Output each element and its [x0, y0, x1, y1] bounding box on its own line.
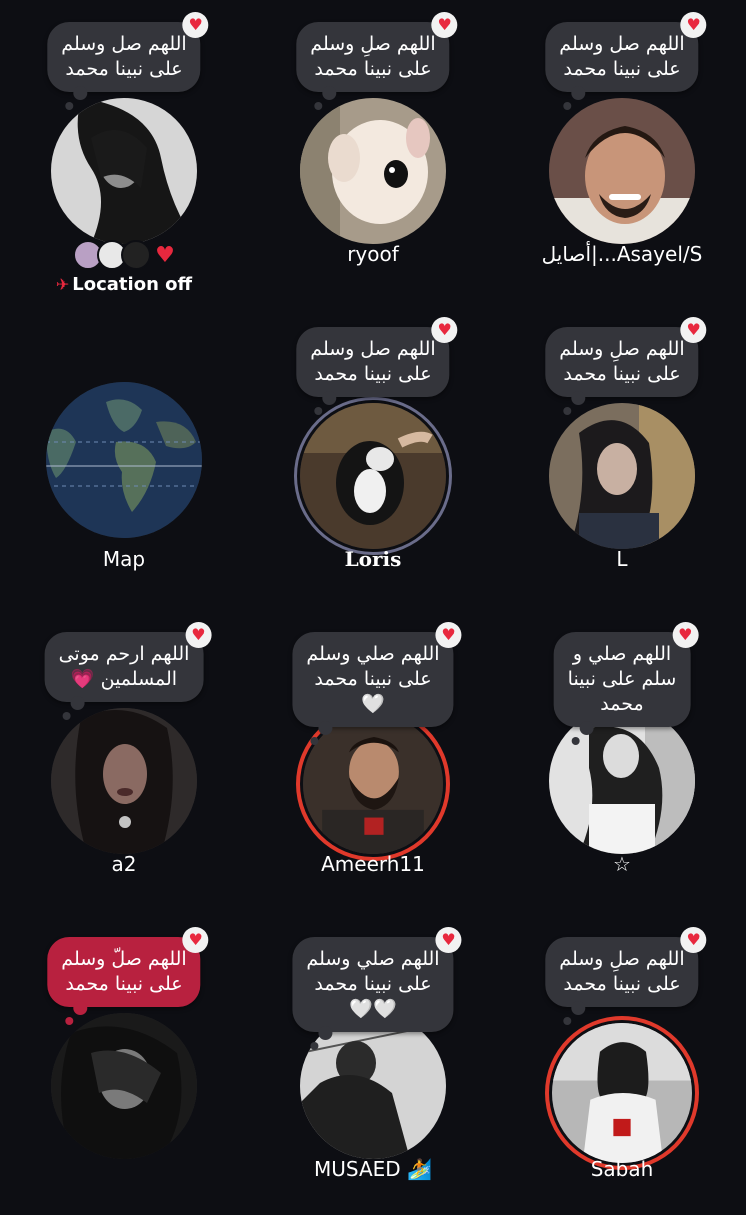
note-text: اللهم صلِ وسلم — [559, 948, 685, 970]
note-text: سلم على نبينا — [567, 668, 677, 690]
note-text: اللهم صلي وسلم — [306, 948, 440, 970]
heart-icon[interactable]: ♥ — [431, 317, 458, 343]
avatar-photo — [51, 98, 197, 244]
avatar-photo — [300, 403, 446, 549]
note-bubble[interactable]: اللهم صلي وسلم على نبينا محمد 🤍🤍 ♥ — [292, 927, 462, 1050]
heart-icon[interactable]: ♥ — [680, 317, 707, 343]
note-text: على نبينا محمد — [314, 973, 432, 995]
note-bubble[interactable]: اللهم صل وسلم على نبينا محمد ♥ — [47, 12, 209, 110]
friend-name: a2 — [111, 852, 137, 876]
friend-name: ☆ — [613, 852, 631, 876]
note-bubble[interactable]: اللهم صلِ وسلم على نبينا محمد ♥ — [545, 317, 707, 415]
heart-icon[interactable]: ♥ — [182, 927, 209, 953]
avatar[interactable] — [300, 403, 446, 549]
avatar-photo — [51, 708, 197, 854]
note-text: اللهم صلي وسلم — [306, 643, 440, 665]
heart-icon: ♥ — [155, 242, 175, 268]
note-text: على نبينا محمد — [563, 363, 681, 385]
friend-cell-loris[interactable]: اللهم صل وسلم على نبينا محمد ♥ Loris — [249, 305, 497, 605]
friend-cell-sabah[interactable]: اللهم صلِ وسلم على نبينا محمد ♥ Sabah — [498, 915, 746, 1215]
friend-cell-musaed[interactable]: اللهم صلي وسلم على نبينا محمد 🤍🤍 ♥ MUSAE… — [249, 915, 497, 1215]
location-status[interactable]: ✈ Location off — [0, 274, 248, 295]
note-text: اللهم ارحم موتى — [58, 643, 190, 665]
friend-cell-l[interactable]: اللهم صلِ وسلم على نبينا محمد ♥ L — [498, 305, 746, 605]
heart-icon[interactable]: ♥ — [680, 12, 707, 38]
note-bubble[interactable]: اللهم صل وسلم على نبينا محمد ♥ — [545, 12, 707, 110]
map-label: Map — [102, 547, 146, 571]
heart-icon[interactable]: ♥ — [435, 622, 462, 648]
avatar-photo — [552, 1023, 692, 1163]
avatar-photo — [549, 403, 695, 549]
avatar[interactable] — [549, 98, 695, 244]
note-text: على نبينا محمد — [65, 58, 183, 80]
note-text: اللهم صل وسلم — [559, 33, 685, 55]
status-text: Location off — [72, 274, 193, 295]
avatar-photo — [549, 708, 695, 854]
friend-cell-star[interactable]: اللهم صلي و سلم على نبينا محمد ♥ ☆ — [498, 610, 746, 910]
note-text: 🤍🤍 — [349, 998, 397, 1020]
friend-cell-unnamed[interactable]: اللهم صلّ وسلم على نبينا محمد ♥ — [0, 915, 248, 1215]
friend-cell-ryoof[interactable]: اللهم صلِ وسلم على نبينا محمد ♥ ryoof — [249, 0, 497, 300]
avatar-photo — [303, 714, 443, 854]
note-text: على نبينا محمد — [314, 363, 432, 385]
note-bubble[interactable]: اللهم صلي وسلم على نبينا محمد 🤍 ♥ — [292, 622, 462, 745]
heart-icon[interactable]: ♥ — [431, 12, 458, 38]
note-text: اللهم صلي و — [572, 643, 672, 665]
avatar-photo — [51, 1013, 197, 1159]
friend-cell-a2[interactable]: اللهم ارحم موتى المسلمين 💗 ♥ a2 — [0, 610, 248, 910]
note-bubble[interactable]: اللهم صلي و سلم على نبينا محمد ♥ — [553, 622, 699, 745]
mini-avatar — [121, 240, 152, 270]
avatar-photo — [300, 98, 446, 244]
avatar[interactable] — [549, 708, 695, 854]
heart-icon[interactable]: ♥ — [672, 622, 699, 648]
note-bubble[interactable]: اللهم صلِ وسلم على نبينا محمد ♥ — [296, 12, 458, 110]
avatar[interactable] — [51, 708, 197, 854]
note-text: اللهم صل وسلم — [310, 338, 436, 360]
friend-cell-self[interactable]: اللهم صل وسلم على نبينا محمد ♥ ♥ ✈ Locati… — [0, 0, 248, 300]
note-bubble[interactable]: اللهم صلّ وسلم على نبينا محمد ♥ — [47, 927, 209, 1025]
friend-name: MUSAED 🏄 — [314, 1157, 432, 1181]
note-text: محمد — [600, 693, 644, 715]
friends-row[interactable]: ♥ — [0, 240, 248, 270]
note-text: على نبينا محمد — [314, 58, 432, 80]
avatar[interactable] — [51, 1013, 197, 1159]
friend-name: Sabah — [590, 1157, 654, 1181]
friend-name: Loris — [344, 547, 402, 571]
friend-name: أصايل|...Asayel/S — [541, 242, 703, 266]
note-text: اللهم صلِ وسلم — [559, 338, 685, 360]
note-bubble[interactable]: اللهم صل وسلم على نبينا محمد ♥ — [296, 317, 458, 415]
avatar[interactable] — [549, 403, 695, 549]
note-bubble[interactable]: اللهم ارحم موتى المسلمين 💗 ♥ — [44, 622, 212, 720]
globe-map — [46, 382, 202, 538]
friend-name: Ameerh11 — [321, 852, 425, 876]
avatar[interactable] — [303, 714, 443, 854]
note-text: المسلمين 💗 — [70, 668, 178, 690]
heart-icon[interactable]: ♥ — [182, 12, 209, 38]
globe-icon[interactable] — [46, 382, 202, 538]
avatar[interactable] — [51, 98, 197, 244]
note-text: على نبينا محمد — [65, 973, 183, 995]
note-text: اللهم صلّ وسلم — [61, 948, 187, 970]
heart-icon[interactable]: ♥ — [680, 927, 707, 953]
friend-name: L — [616, 547, 628, 571]
heart-icon[interactable]: ♥ — [185, 622, 212, 648]
friend-cell-ameerh11[interactable]: اللهم صلي وسلم على نبينا محمد 🤍 ♥ Ameerh… — [249, 610, 497, 910]
note-text: اللهم صلِ وسلم — [310, 33, 436, 55]
airplane-icon: ✈ — [55, 275, 70, 294]
heart-icon[interactable]: ♥ — [435, 927, 462, 953]
avatar[interactable] — [552, 1023, 692, 1163]
friend-cell-asayel[interactable]: اللهم صل وسلم على نبينا محمد ♥ أصايل|...… — [498, 0, 746, 300]
note-text: على نبينا محمد — [563, 973, 681, 995]
note-text: على نبينا محمد — [314, 668, 432, 690]
avatar-photo — [549, 98, 695, 244]
friend-name: ryoof — [347, 242, 399, 266]
note-text: اللهم صل وسلم — [61, 33, 187, 55]
map-cell[interactable]: Map — [0, 305, 248, 605]
note-bubble[interactable]: اللهم صلِ وسلم على نبينا محمد ♥ — [545, 927, 707, 1025]
note-text: 🤍 — [361, 693, 385, 715]
note-text: على نبينا محمد — [563, 58, 681, 80]
avatar[interactable] — [300, 98, 446, 244]
